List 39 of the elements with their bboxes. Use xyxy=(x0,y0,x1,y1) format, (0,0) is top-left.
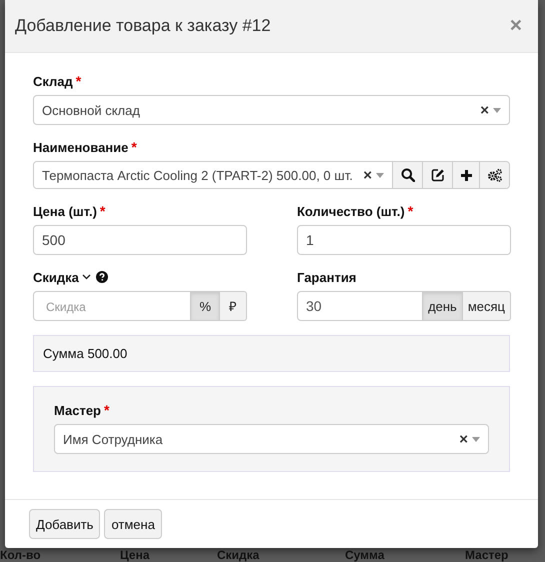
unit-toggle[interactable]: ₽ xyxy=(220,291,247,321)
required-mark: * xyxy=(408,203,414,219)
input-field[interactable]: Скидка xyxy=(33,291,192,321)
field-label: Гарантия xyxy=(297,270,356,284)
column-header: Сумма xyxy=(345,548,384,562)
chevron-down-icon[interactable] xyxy=(82,274,91,280)
clear-button[interactable]: × xyxy=(459,430,468,448)
column-header: Цена xyxy=(120,548,150,562)
field-label: Наименование xyxy=(33,140,128,154)
unit-toggle[interactable]: % xyxy=(191,291,220,321)
input-field[interactable]: 30 xyxy=(297,291,424,321)
text-field[interactable]: 500 xyxy=(33,225,247,255)
unit-toggle[interactable]: месяц xyxy=(462,291,511,321)
help-icon[interactable] xyxy=(96,271,108,283)
text-field[interactable]: 1 xyxy=(297,225,511,255)
field-label: Цена (шт.) xyxy=(33,204,97,218)
required-mark: * xyxy=(100,203,106,219)
select-field[interactable]: Имя Сотрудника × xyxy=(54,424,489,454)
dialog-title: Добавление товара к заказу #12 xyxy=(15,16,271,36)
cancel-button[interactable]: отмена xyxy=(104,509,162,539)
field-label: Склад xyxy=(33,74,73,88)
unit-toggle[interactable]: день xyxy=(423,291,463,321)
selected-value: Основной склад xyxy=(41,102,141,118)
column-header: Кол-во xyxy=(0,548,41,562)
column-header: Скидка xyxy=(217,548,260,562)
dropdown-caret-icon[interactable] xyxy=(472,436,480,442)
field-label: Количество (шт.) xyxy=(297,204,405,218)
dropdown-caret-icon[interactable] xyxy=(493,108,501,112)
required-mark: * xyxy=(76,73,82,89)
clear-button[interactable]: × xyxy=(480,102,489,118)
select-field[interactable]: Основной склад × xyxy=(33,95,510,125)
field-label: Мастер xyxy=(54,402,101,418)
required-mark: * xyxy=(131,139,137,155)
total-sum: Сумма 500.00 xyxy=(33,335,510,372)
field-label: Скидка xyxy=(33,270,79,284)
column-header: Мастер xyxy=(465,548,508,562)
required-mark: * xyxy=(104,402,110,418)
add-button[interactable]: Добавить xyxy=(29,509,100,539)
selected-value: Имя Сотрудника xyxy=(62,432,164,446)
